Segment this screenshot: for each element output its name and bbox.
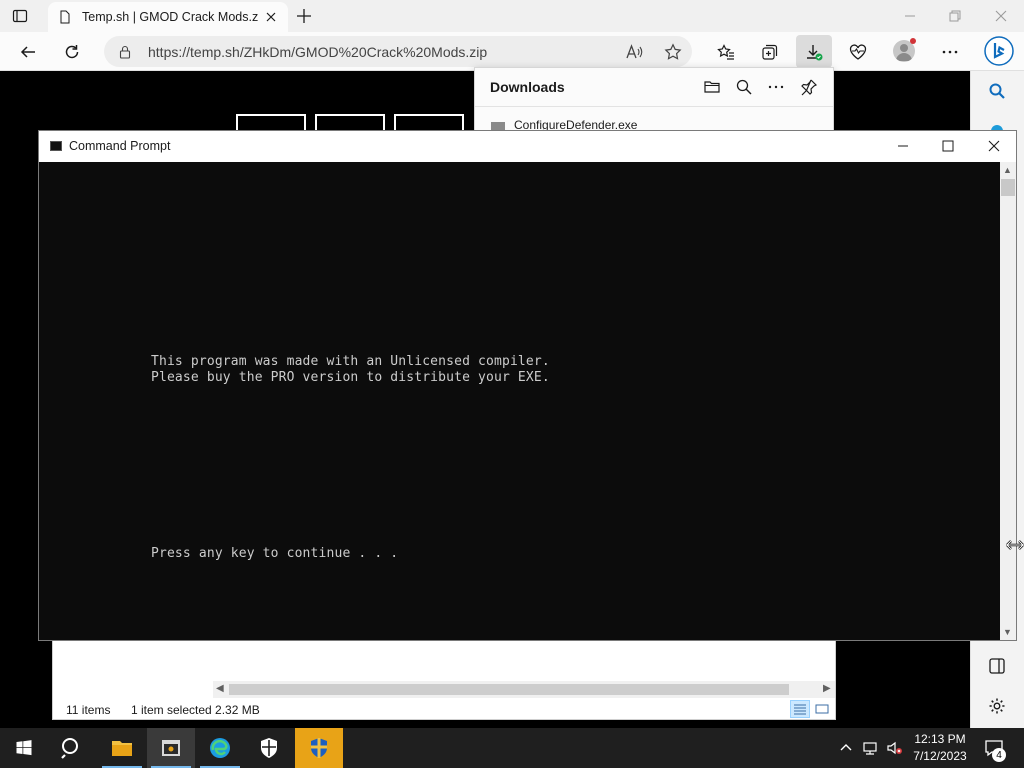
start-windows-icon[interactable]: [0, 728, 48, 768]
new-tab-icon[interactable]: [296, 8, 312, 24]
details-view-icon[interactable]: [790, 700, 810, 718]
network-icon[interactable]: [862, 740, 878, 756]
console-prompt-line: Press any key to continue . . .: [151, 546, 399, 561]
downloads-panel: Downloads ConfigureDefender.exe: [474, 67, 834, 132]
favorite-star-icon[interactable]: [663, 42, 683, 62]
horizontal-scrollbar[interactable]: ◀ ▶: [213, 681, 835, 698]
cmd-vertical-scrollbar[interactable]: ▲ ▼: [1000, 162, 1016, 640]
url-text[interactable]: https://temp.sh/ZHkDm/GMOD%20Crack%20Mod…: [148, 44, 487, 60]
cmd-console-output[interactable]: This program was made with an Unlicensed…: [39, 162, 1000, 640]
cmd-window-title: Command Prompt: [69, 139, 171, 153]
pin-icon[interactable]: [800, 78, 818, 96]
notification-count-badge: 4: [992, 748, 1006, 762]
lock-icon[interactable]: [118, 45, 132, 59]
search-taskbar-icon[interactable]: [48, 728, 96, 768]
show-hidden-icons-chevron-icon[interactable]: [838, 740, 854, 756]
scroll-down-icon[interactable]: ▼: [1003, 627, 1012, 637]
scrollbar-thumb[interactable]: [229, 684, 789, 695]
search-icon[interactable]: [987, 81, 1007, 101]
more-options-icon[interactable]: [767, 78, 785, 96]
console-line: This program was made with an Unlicensed…: [151, 354, 550, 369]
scroll-left-icon[interactable]: ◀: [216, 683, 224, 694]
cmd-app-icon: [50, 141, 62, 151]
browser-tab[interactable]: Temp.sh | GMOD Crack Mods.zip: [48, 2, 288, 32]
collections-icon[interactable]: [760, 42, 780, 62]
downloads-title: Downloads: [490, 79, 565, 95]
file-explorer-window: ◀ ▶ 11 items 1 item selected 2.32 MB: [52, 640, 836, 720]
browser-essentials-icon[interactable]: [848, 42, 868, 62]
address-bar[interactable]: https://temp.sh/ZHkDm/GMOD%20Crack%20Mod…: [104, 36, 692, 67]
refresh-icon[interactable]: [62, 42, 82, 62]
favorites-icon[interactable]: [716, 42, 736, 62]
back-icon[interactable]: [18, 42, 38, 62]
tab-title: Temp.sh | GMOD Crack Mods.zip: [82, 10, 258, 24]
clock-date[interactable]: 7/12/2023: [908, 749, 972, 763]
tab-actions-icon[interactable]: [12, 8, 28, 24]
clock-time[interactable]: 12:13 PM: [912, 732, 968, 746]
volume-muted-icon[interactable]: [886, 740, 902, 756]
command-prompt-window[interactable]: Command Prompt This program was made wit…: [38, 130, 1017, 641]
search-downloads-icon[interactable]: [735, 78, 753, 96]
sidebar-settings-gear-icon[interactable]: [987, 696, 1007, 716]
close-tab-icon[interactable]: [264, 10, 278, 24]
large-icons-view-icon[interactable]: [812, 700, 832, 718]
edge-browser-icon[interactable]: [196, 728, 244, 768]
browser-title-bar: Temp.sh | GMOD Crack Mods.zip: [0, 0, 1024, 32]
split-screen-icon[interactable]: [987, 656, 1007, 676]
windows-security-shield-icon[interactable]: [245, 728, 293, 768]
restore-icon[interactable]: [947, 8, 963, 24]
scroll-up-icon[interactable]: ▲: [1003, 165, 1012, 175]
profile-alert-dot: [910, 38, 916, 44]
resize-cursor-icon: [1006, 538, 1024, 552]
page-icon: [60, 10, 70, 24]
item-count: 11 items: [66, 703, 111, 717]
open-folder-icon[interactable]: [703, 78, 721, 96]
settings-more-icon[interactable]: [940, 42, 960, 62]
selection-info: 1 item selected 2.32 MB: [131, 703, 260, 717]
scroll-right-icon[interactable]: ▶: [823, 683, 831, 694]
cmd-maximize-icon[interactable]: [941, 139, 955, 153]
cmd-title-bar[interactable]: Command Prompt: [39, 131, 1016, 162]
cmd-taskbar-icon[interactable]: [147, 728, 195, 768]
cmd-close-icon[interactable]: [987, 139, 1001, 153]
file-explorer-folder-icon[interactable]: [98, 728, 146, 768]
close-browser-icon[interactable]: [993, 8, 1009, 24]
bing-copilot-icon[interactable]: [984, 36, 1014, 66]
console-line: Please buy the PRO version to distribute…: [151, 370, 550, 385]
cmd-minimize-icon[interactable]: [896, 139, 910, 153]
divider: [475, 106, 833, 107]
scrollbar-thumb[interactable]: [1001, 179, 1015, 196]
minimize-icon[interactable]: [902, 8, 918, 24]
uac-shield-icon[interactable]: [295, 728, 343, 768]
download-icon[interactable]: [804, 42, 824, 62]
read-aloud-icon[interactable]: [624, 42, 644, 62]
browser-toolbar: https://temp.sh/ZHkDm/GMOD%20Crack%20Mod…: [0, 32, 1024, 71]
status-bar: 11 items 1 item selected 2.32 MB: [53, 699, 835, 721]
taskbar: 12:13 PM 7/12/2023 4: [0, 728, 1024, 768]
